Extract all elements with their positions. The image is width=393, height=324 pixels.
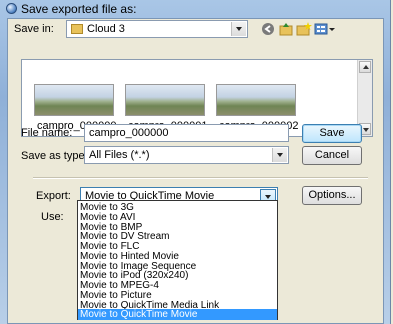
use-label: Use: [41, 211, 64, 223]
cancel-button[interactable]: Cancel [302, 146, 362, 165]
save-in-value: Cloud 3 [87, 23, 125, 35]
file-name-field[interactable]: campro_000000 [84, 124, 289, 142]
file-name-label: File name: [21, 127, 73, 139]
new-folder-icon[interactable] [296, 21, 312, 37]
divider [33, 177, 368, 179]
window-title: Save exported file as: [21, 2, 137, 16]
export-option[interactable]: Movie to QuickTime Movie [78, 309, 277, 321]
scroll-up-icon[interactable] [359, 61, 371, 73]
file-thumbnail[interactable] [34, 84, 114, 116]
options-button[interactable]: Options... [302, 186, 362, 205]
export-dropdown-list[interactable]: Movie to 3G Movie to AVI Movie to BMP Movie… [77, 200, 278, 321]
quicktime-icon [6, 3, 17, 14]
file-thumbnail[interactable] [125, 84, 205, 116]
chevron-down-icon[interactable] [231, 22, 246, 36]
file-thumbnail[interactable] [216, 84, 296, 116]
save-in-label: Save in: [14, 23, 54, 35]
views-icon[interactable] [314, 21, 336, 37]
save-in-combo[interactable]: Cloud 3 [66, 20, 248, 38]
save-as-type-value: All Files (*.*) [89, 149, 150, 161]
export-label: Export: [36, 190, 71, 202]
title-bar: Save exported file as: [0, 0, 391, 18]
folder-icon [71, 24, 83, 34]
up-folder-icon[interactable] [278, 21, 294, 37]
chevron-down-icon[interactable] [272, 148, 287, 162]
save-as-type-combo[interactable]: All Files (*.*) [84, 146, 289, 164]
save-button[interactable]: Save [302, 124, 362, 143]
save-as-type-label: Save as type: [21, 150, 88, 162]
file-name-value: campro_000000 [89, 127, 169, 139]
back-icon[interactable] [260, 21, 276, 37]
